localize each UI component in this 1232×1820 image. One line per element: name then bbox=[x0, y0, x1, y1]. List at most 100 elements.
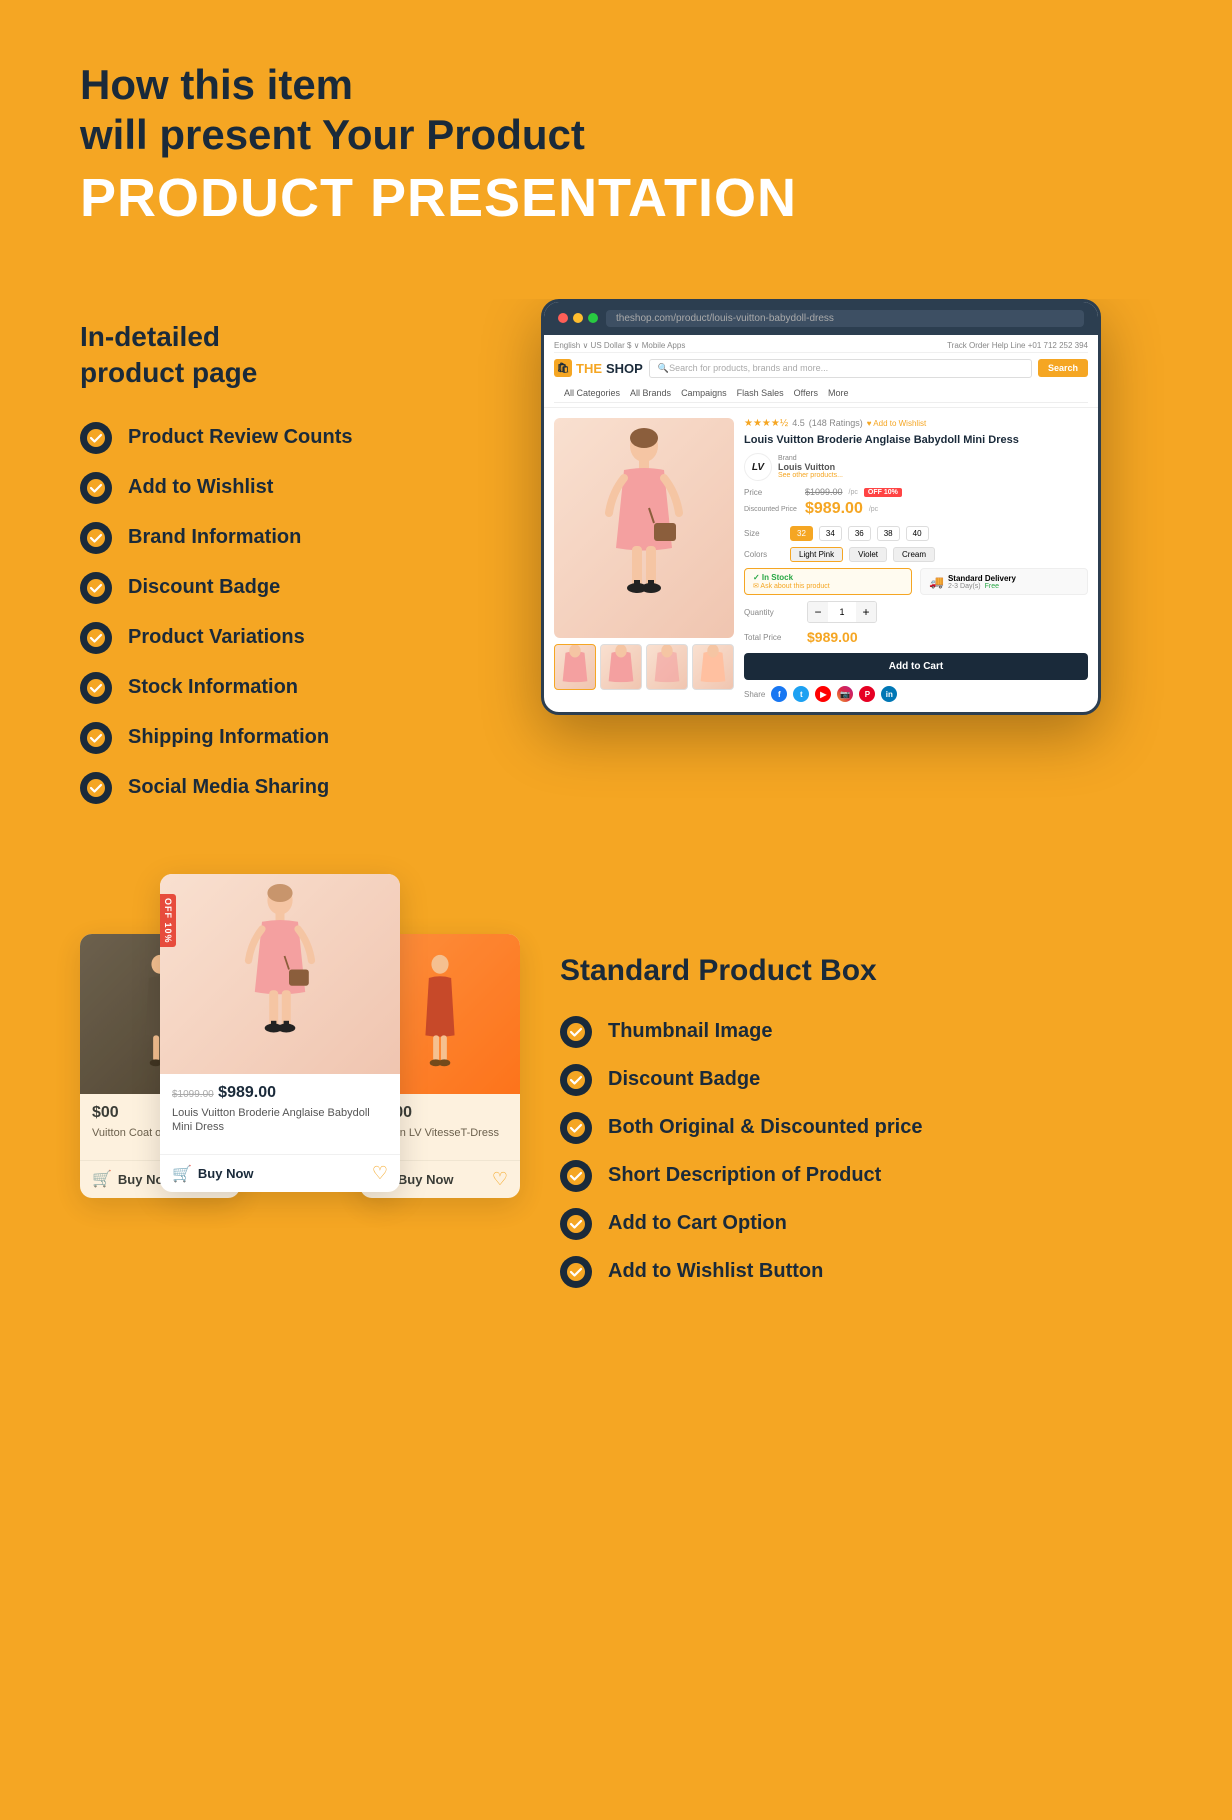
std-check-icon-add-wishlist bbox=[560, 1256, 592, 1288]
hero-section: How this item will present Your Product … bbox=[0, 0, 1232, 299]
feature-label-review-counts: Product Review Counts bbox=[128, 426, 352, 449]
instagram-icon[interactable]: 📷 bbox=[837, 686, 853, 702]
menu-item-more[interactable]: More bbox=[828, 388, 849, 398]
menu-item-all-brands[interactable]: All Brands bbox=[630, 388, 671, 398]
feature-label-stock-info: Stock Information bbox=[128, 676, 298, 699]
feature-item-stock-info: Stock Information bbox=[80, 672, 430, 704]
std-check-icon-add-cart bbox=[560, 1208, 592, 1240]
facebook-icon[interactable]: f bbox=[771, 686, 787, 702]
minimize-btn[interactable] bbox=[573, 313, 583, 323]
std-feature-label-discount: Discount Badge bbox=[608, 1068, 760, 1091]
total-row: Total Price $989.00 bbox=[744, 629, 1088, 645]
size-34[interactable]: 34 bbox=[819, 526, 842, 541]
shop-menu: All Categories All Brands Campaigns Flash S… bbox=[554, 384, 1088, 403]
menu-item-flash-sales[interactable]: Flash Sales bbox=[737, 388, 784, 398]
color-light-pink[interactable]: Light Pink bbox=[790, 547, 843, 562]
qty-input[interactable] bbox=[828, 607, 856, 617]
feature-label-discount-badge: Discount Badge bbox=[128, 576, 280, 599]
add-to-cart-button[interactable]: Add to Cart bbox=[744, 653, 1088, 680]
product-card-main: OFF 10% bbox=[160, 874, 400, 1193]
check-icon-shipping-info bbox=[80, 722, 112, 754]
brand-row: LV Brand Louis Vuitton See other product… bbox=[744, 453, 1088, 481]
topbar: English ∨ US Dollar $ ∨ Mobile Apps Trac… bbox=[554, 339, 1088, 353]
pinterest-icon[interactable]: P bbox=[859, 686, 875, 702]
main-product-image bbox=[554, 418, 734, 638]
stock-box: ✓ In Stock ✉ Ask about this product bbox=[744, 568, 912, 595]
size-40[interactable]: 40 bbox=[906, 526, 929, 541]
search-bar[interactable]: 🔍 Search for products, brands and more..… bbox=[649, 359, 1032, 378]
standard-box-heading: Standard Product Box bbox=[560, 954, 1152, 988]
std-feature-item-prices: Both Original & Discounted price bbox=[560, 1112, 1152, 1144]
check-icon-discount-badge bbox=[80, 572, 112, 604]
std-feature-label-prices: Both Original & Discounted price bbox=[608, 1116, 922, 1139]
menu-item-all-categories[interactable]: All Categories bbox=[564, 388, 620, 398]
standard-product-box-section: Standard Product Box Thumbnail Image bbox=[560, 874, 1152, 1288]
linkedin-icon[interactable]: in bbox=[881, 686, 897, 702]
buy-now-main[interactable]: 🛒 Buy Now bbox=[172, 1164, 254, 1184]
twitter-icon[interactable]: t bbox=[793, 686, 809, 702]
size-38[interactable]: 38 bbox=[877, 526, 900, 541]
card-footer-main: 🛒 Buy Now ♡ bbox=[160, 1154, 400, 1192]
thumb-4[interactable] bbox=[692, 644, 734, 690]
check-icon-wishlist bbox=[80, 472, 112, 504]
left-heading: In-detailed product page bbox=[80, 319, 430, 392]
search-button[interactable]: Search bbox=[1038, 359, 1088, 377]
shop-header: English ∨ US Dollar $ ∨ Mobile Apps Trac… bbox=[544, 335, 1098, 408]
qty-minus[interactable]: − bbox=[808, 602, 828, 622]
youtube-icon[interactable]: ▶ bbox=[815, 686, 831, 702]
wishlist-button[interactable]: ♥ Add to Wishlist bbox=[867, 419, 926, 428]
std-check-icon-description bbox=[560, 1160, 592, 1192]
standard-feature-list: Thumbnail Image Discount Badge Both Or bbox=[560, 1016, 1152, 1288]
size-36[interactable]: 36 bbox=[848, 526, 871, 541]
product-images bbox=[554, 418, 734, 702]
product-rating: ★★★★½ 4.5 (148 Ratings) ♥ Add to Wishlis… bbox=[744, 418, 1088, 429]
dress-svg bbox=[594, 428, 694, 628]
std-feature-item-thumbnail: Thumbnail Image bbox=[560, 1016, 1152, 1048]
std-feature-item-add-cart: Add to Cart Option bbox=[560, 1208, 1152, 1240]
feature-label-variations: Product Variations bbox=[128, 626, 305, 649]
std-check-icon-discount bbox=[560, 1064, 592, 1096]
cart-icon-left: 🛒 bbox=[92, 1169, 112, 1189]
star-rating: ★★★★½ bbox=[744, 418, 788, 429]
product-page-preview: theshop.com/product/louis-vuitton-babydo… bbox=[470, 299, 1172, 715]
quantity-control: − + bbox=[807, 601, 877, 623]
wishlist-icon-main[interactable]: ♡ bbox=[372, 1163, 388, 1184]
address-bar[interactable]: theshop.com/product/louis-vuitton-babydo… bbox=[606, 310, 1084, 327]
discounted-price-row: Discounted Price $989.00 /pc bbox=[744, 500, 1088, 518]
wishlist-icon-right[interactable]: ♡ bbox=[492, 1169, 508, 1190]
std-feature-item-discount: Discount Badge bbox=[560, 1064, 1152, 1096]
cart-icon-main: 🛒 bbox=[172, 1164, 192, 1184]
check-icon-variations bbox=[80, 622, 112, 654]
product-detail: ★★★★½ 4.5 (148 Ratings) ♥ Add to Wishlis… bbox=[544, 408, 1098, 712]
feature-label-wishlist: Add to Wishlist bbox=[128, 476, 273, 499]
menu-item-offers[interactable]: Offers bbox=[794, 388, 818, 398]
feature-label-shipping-info: Shipping Information bbox=[128, 726, 329, 749]
feature-label-social-sharing: Social Media Sharing bbox=[128, 776, 329, 799]
feature-item-brand-info: Brand Information bbox=[80, 522, 430, 554]
maximize-btn[interactable] bbox=[588, 313, 598, 323]
thumb-2[interactable] bbox=[600, 644, 642, 690]
menu-item-campaigns[interactable]: Campaigns bbox=[681, 388, 727, 398]
check-icon-social-sharing bbox=[80, 772, 112, 804]
thumb-3[interactable] bbox=[646, 644, 688, 690]
std-feature-label-add-cart: Add to Cart Option bbox=[608, 1212, 787, 1235]
qty-plus[interactable]: + bbox=[856, 602, 876, 622]
product-cards-area: $00 Vuitton Coat of Arms Dress 🛒 Buy Now… bbox=[80, 874, 520, 1374]
feature-list: Product Review Counts Add to Wishlist bbox=[80, 422, 430, 804]
brand-logo: LV bbox=[744, 453, 772, 481]
thumb-1[interactable] bbox=[554, 644, 596, 690]
color-violet[interactable]: Violet bbox=[849, 547, 887, 562]
std-feature-label-add-wishlist: Add to Wishlist Button bbox=[608, 1260, 823, 1283]
middle-section: In-detailed product page Product Review … bbox=[0, 299, 1232, 844]
std-feature-item-description: Short Description of Product bbox=[560, 1160, 1152, 1192]
product-name: Louis Vuitton Broderie Anglaise Babydoll… bbox=[744, 433, 1088, 447]
size-32[interactable]: 32 bbox=[790, 526, 813, 541]
color-cream[interactable]: Cream bbox=[893, 547, 935, 562]
std-feature-label-thumbnail: Thumbnail Image bbox=[608, 1020, 772, 1043]
logo-icon: 🛍 bbox=[554, 359, 572, 377]
quantity-row: Quantity − + bbox=[744, 601, 1088, 623]
close-btn[interactable] bbox=[558, 313, 568, 323]
browser-window: theshop.com/product/louis-vuitton-babydo… bbox=[541, 299, 1101, 715]
std-check-icon-thumbnail bbox=[560, 1016, 592, 1048]
bottom-section: $00 Vuitton Coat of Arms Dress 🛒 Buy Now… bbox=[0, 844, 1232, 1434]
